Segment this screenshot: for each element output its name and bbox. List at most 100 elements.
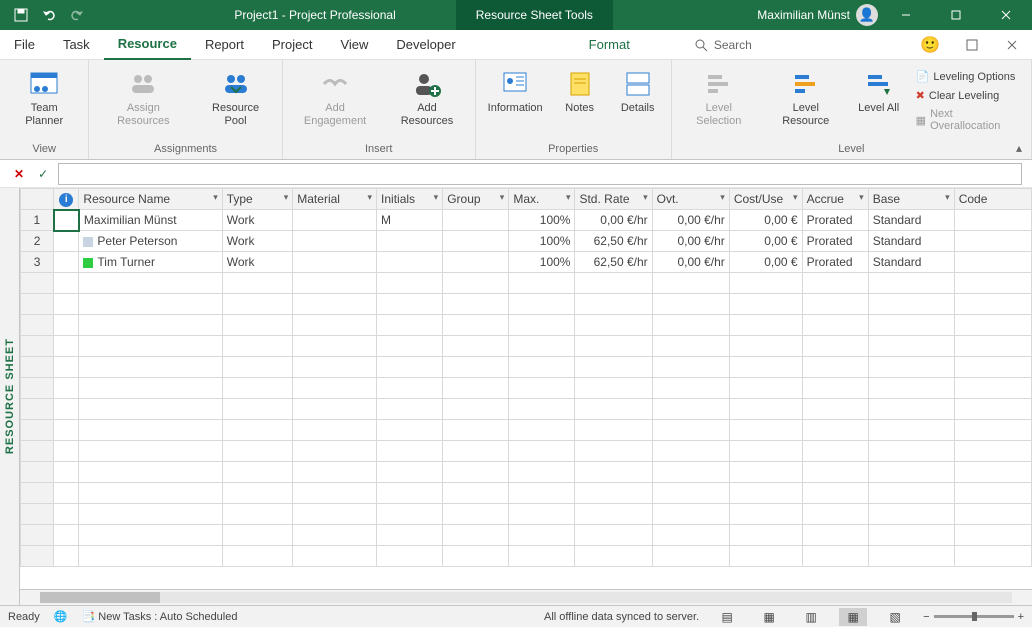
cell-group[interactable] xyxy=(443,231,509,252)
col-ovt[interactable]: Ovt.▾ xyxy=(652,189,729,210)
zoom-slider[interactable] xyxy=(934,615,1014,618)
cell-base[interactable]: Standard xyxy=(868,210,954,231)
table-row[interactable]: 2Peter PetersonWork100%62,50 €/hr0,00 €/… xyxy=(21,231,1032,252)
table-row[interactable]: 1 Maximilian MünstWork M 100% 0,00 €/hr0,00 … xyxy=(21,210,1032,231)
cell-ovt[interactable]: 0,00 €/hr xyxy=(652,210,729,231)
cell-cost-use[interactable]: 0,00 € xyxy=(729,210,802,231)
minimize-button[interactable] xyxy=(884,0,928,30)
table-row-empty[interactable] xyxy=(21,546,1032,567)
notes-button[interactable]: Notes xyxy=(553,64,607,119)
col-indicator[interactable]: i xyxy=(54,189,79,210)
cell-group[interactable] xyxy=(443,252,509,273)
tab-project[interactable]: Project xyxy=(258,30,326,60)
view-resource-sheet-icon[interactable]: ▦ xyxy=(839,608,867,626)
table-row-empty[interactable] xyxy=(21,336,1032,357)
cell-material[interactable] xyxy=(293,231,377,252)
cell-initials[interactable] xyxy=(377,252,443,273)
indicator-cell[interactable] xyxy=(54,252,79,273)
col-cost-use[interactable]: Cost/Use▾ xyxy=(729,189,802,210)
resource-pool-button[interactable]: Resource Pool xyxy=(195,64,275,132)
cell-accrue[interactable]: Prorated xyxy=(802,231,868,252)
select-all-corner[interactable] xyxy=(21,189,54,210)
table-row-empty[interactable] xyxy=(21,462,1032,483)
col-code[interactable]: Code xyxy=(954,189,1031,210)
add-resources-button[interactable]: Add Resources xyxy=(385,64,468,132)
cell-code[interactable] xyxy=(954,231,1031,252)
view-side-tab[interactable]: RESOURCE SHEET xyxy=(0,188,20,605)
cell-name[interactable]: Peter Peterson xyxy=(79,231,222,252)
table-row-empty[interactable] xyxy=(21,315,1032,336)
indicator-cell[interactable] xyxy=(54,231,79,252)
undo-button[interactable] xyxy=(36,2,62,28)
tab-file[interactable]: File xyxy=(0,30,49,60)
search-box[interactable]: Search xyxy=(694,38,752,52)
scroll-thumb[interactable] xyxy=(40,592,160,603)
table-row[interactable]: 3 Tim TurnerWork 100%62,50 €/hr0,00 €/hr0,… xyxy=(21,252,1032,273)
cell-max[interactable]: 100% xyxy=(509,210,575,231)
cell-base[interactable]: Standard xyxy=(868,231,954,252)
cell-code[interactable] xyxy=(954,252,1031,273)
table-row-empty[interactable] xyxy=(21,504,1032,525)
col-group[interactable]: Group▾ xyxy=(443,189,509,210)
col-material[interactable]: Material▾ xyxy=(293,189,377,210)
save-button[interactable] xyxy=(8,2,34,28)
cell-name[interactable]: Maximilian Münst xyxy=(79,210,222,231)
view-task-usage-icon[interactable]: ▦ xyxy=(755,608,783,626)
cell-cost-use[interactable]: 0,00 € xyxy=(729,252,802,273)
user-account[interactable]: Maximilian Münst 👤 xyxy=(757,4,878,26)
cell-name[interactable]: Tim Turner xyxy=(79,252,222,273)
collapse-ribbon-button[interactable]: ▴ xyxy=(1016,141,1022,155)
table-row-empty[interactable] xyxy=(21,399,1032,420)
view-report-icon[interactable]: ▧ xyxy=(881,608,909,626)
col-accrue[interactable]: Accrue▾ xyxy=(802,189,868,210)
cell-code[interactable] xyxy=(954,210,1031,231)
tab-view[interactable]: View xyxy=(326,30,382,60)
cell-accrue[interactable]: Prorated xyxy=(802,252,868,273)
table-row-empty[interactable] xyxy=(21,294,1032,315)
accept-entry-button[interactable]: ✓ xyxy=(34,167,52,181)
tab-developer[interactable]: Developer xyxy=(382,30,469,60)
zoom-out-button[interactable]: − xyxy=(923,611,929,623)
cell-material[interactable] xyxy=(293,252,377,273)
cell-material[interactable] xyxy=(293,210,377,231)
cell-std-rate[interactable]: 62,50 €/hr xyxy=(575,252,652,273)
tab-task[interactable]: Task xyxy=(49,30,104,60)
clear-leveling-button[interactable]: ✖Clear Leveling xyxy=(912,87,1023,104)
redo-button[interactable] xyxy=(64,2,90,28)
cell-max[interactable]: 100% xyxy=(509,231,575,252)
details-button[interactable]: Details xyxy=(611,64,665,119)
zoom-control[interactable]: − + xyxy=(923,611,1024,623)
window-close-button[interactable] xyxy=(992,39,1032,51)
cell-type[interactable]: Work xyxy=(222,210,293,231)
information-button[interactable]: Information xyxy=(482,64,549,119)
table-row-empty[interactable] xyxy=(21,420,1032,441)
zoom-in-button[interactable]: + xyxy=(1018,611,1024,623)
tab-report[interactable]: Report xyxy=(191,30,258,60)
row-number[interactable]: 3 xyxy=(21,252,54,273)
row-number[interactable]: 2 xyxy=(21,231,54,252)
table-row-empty[interactable] xyxy=(21,525,1032,546)
leveling-options-button[interactable]: 📄Leveling Options xyxy=(912,68,1023,85)
cell-initials[interactable] xyxy=(377,231,443,252)
close-button[interactable] xyxy=(984,0,1028,30)
globe-icon[interactable]: 🌐 xyxy=(54,610,68,623)
table-row-empty[interactable] xyxy=(21,441,1032,462)
cell-initials[interactable]: M xyxy=(377,210,443,231)
row-number[interactable]: 1 xyxy=(21,210,54,231)
cell-type[interactable]: Work xyxy=(222,231,293,252)
cell-max[interactable]: 100% xyxy=(509,252,575,273)
view-team-planner-icon[interactable]: ▥ xyxy=(797,608,825,626)
table-row-empty[interactable] xyxy=(21,273,1032,294)
cell-accrue[interactable]: Prorated xyxy=(802,210,868,231)
table-row-empty[interactable] xyxy=(21,378,1032,399)
horizontal-scrollbar[interactable] xyxy=(20,589,1032,605)
indicator-cell[interactable] xyxy=(54,210,79,231)
cell-ovt[interactable]: 0,00 €/hr xyxy=(652,252,729,273)
col-std-rate[interactable]: Std. Rate▾ xyxy=(575,189,652,210)
cell-cost-use[interactable]: 0,00 € xyxy=(729,231,802,252)
team-planner-button[interactable]: Team Planner xyxy=(6,64,82,132)
cell-type[interactable]: Work xyxy=(222,252,293,273)
col-type[interactable]: Type▾ xyxy=(222,189,293,210)
cell-std-rate[interactable]: 62,50 €/hr xyxy=(575,231,652,252)
resource-sheet-grid[interactable]: i Resource Name▾ Type▾ Material▾ Initial… xyxy=(20,188,1032,567)
